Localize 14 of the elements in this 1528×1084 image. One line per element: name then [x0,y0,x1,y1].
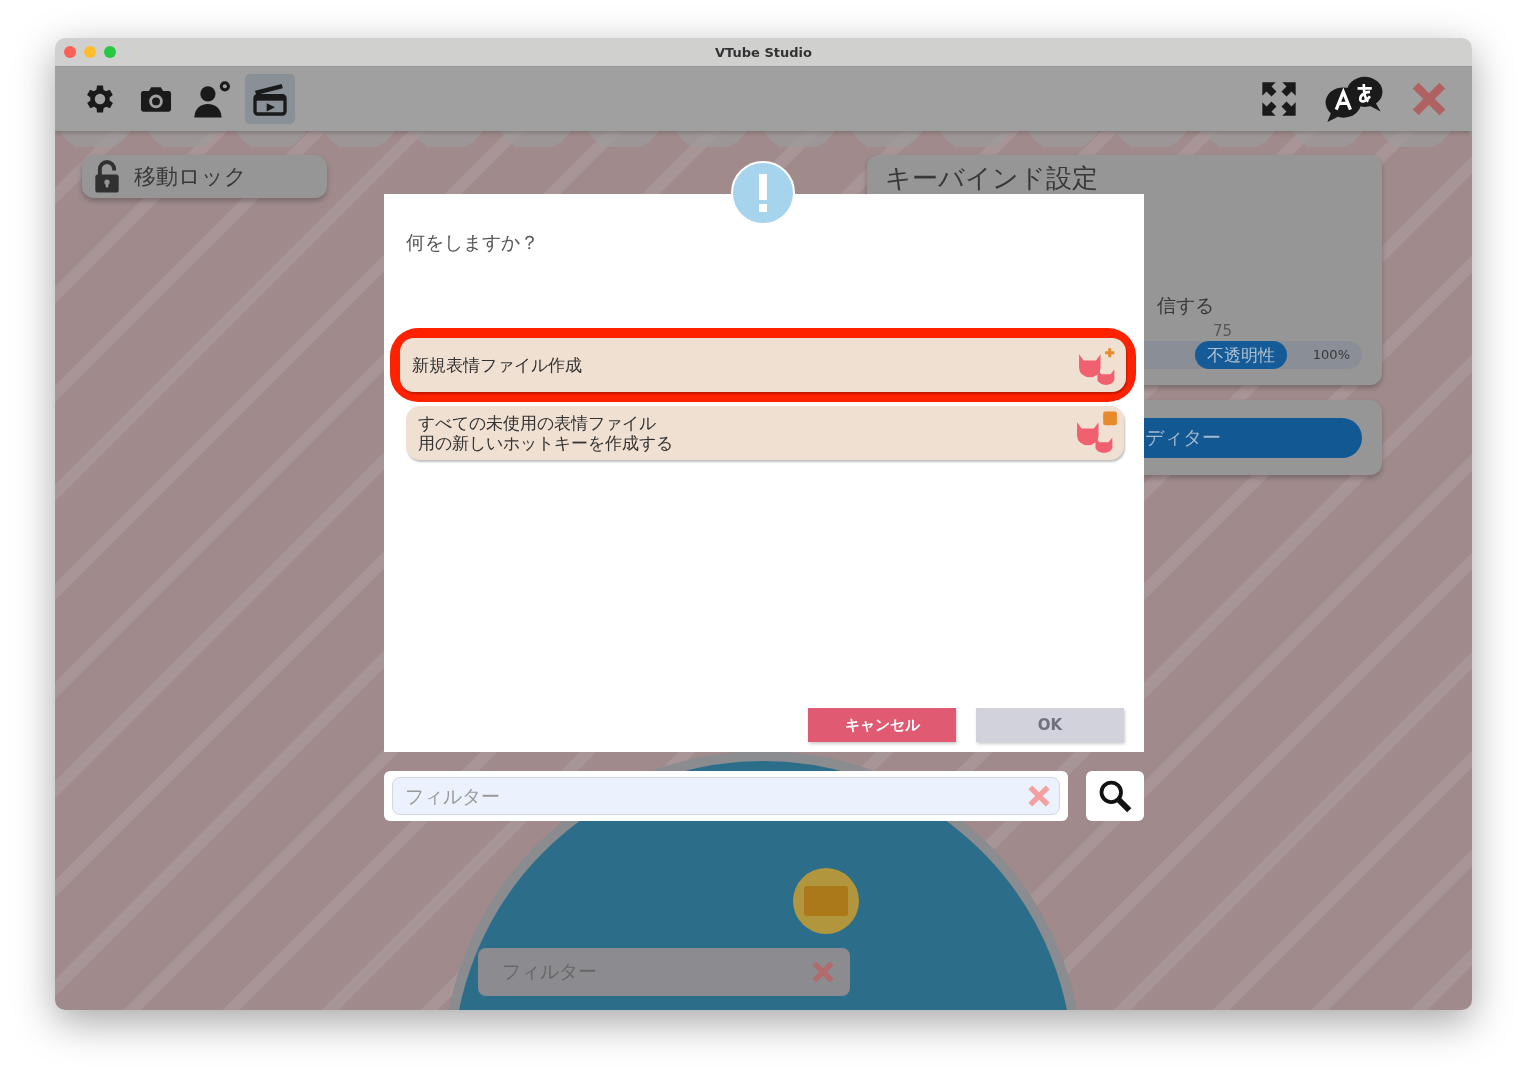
panel-title: キーバインド設定 [885,162,1098,195]
movement-lock-toggle[interactable]: 移動ロック [82,155,327,198]
slider-max-label: 100% [1312,347,1350,362]
setting-label: 信する [1157,293,1214,318]
cancel-button[interactable]: キャンセル [808,708,956,742]
window-title: VTube Studio [715,44,812,60]
dialog-question: 何をしますか？ [406,230,539,255]
option-label: 新規表情ファイル作成 [412,354,582,376]
option-label: すべての未使用の表情ファイル 用の新しいホットキーを作成する [418,412,673,454]
dialog-option[interactable]: 新規表情ファイル作成 [400,338,1126,392]
filter-field[interactable]: フィルター [392,777,1060,815]
opacity-slider-thumb[interactable]: 不透明性 [1194,341,1287,369]
dialog-option[interactable]: すべての未使用の表情ファイル 用の新しいホットキーを作成する [406,406,1124,460]
slider-value: 75 [1213,322,1233,340]
